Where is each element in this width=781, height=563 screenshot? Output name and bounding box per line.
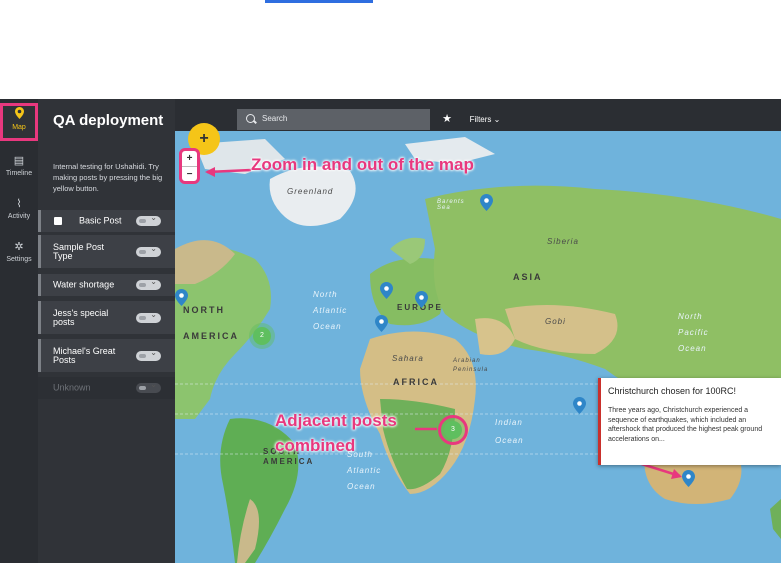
filter-basic-post[interactable]: Basic Post (38, 210, 175, 232)
rail-item-label: Activity (7, 213, 31, 220)
filter-toggle[interactable] (136, 380, 161, 393)
adjacent-callout-line2: combined (275, 436, 356, 455)
top-accent-bar (265, 0, 373, 3)
post-popup[interactable]: Christchurch chosen for 100RC! Three yea… (598, 378, 781, 465)
filter-toggle[interactable] (136, 348, 161, 361)
filter-label: Water shortage (53, 279, 115, 290)
mode-rail: Map ▤ Timeline ⌇ Activity ✲ Settings (0, 99, 38, 563)
deployment-title: QA deployment (53, 112, 164, 129)
rail-item-label: Settings (6, 256, 32, 263)
filter-label: Sample Post Type (53, 241, 105, 261)
filter-unknown[interactable]: Unknown (38, 377, 175, 399)
map-pin-icon (0, 107, 38, 123)
rail-item-map[interactable]: Map (0, 103, 38, 141)
popup-body: Three years ago, Christchurch experience… (608, 407, 763, 443)
activity-icon: ⌇ (16, 198, 22, 210)
filter-toggle[interactable] (136, 310, 161, 323)
filter-panel: QA deployment Internal testing for Ushah… (38, 99, 175, 563)
filter-label: Unknown (53, 382, 91, 393)
ushahidi-app: Map ▤ Timeline ⌇ Activity ✲ Settings QA … (0, 99, 781, 563)
rail-item-label: Map (12, 124, 26, 131)
zoom-callout: Zoom in and out of the map (251, 155, 474, 174)
rail-item-label: Timeline (5, 170, 33, 177)
filter-toggle[interactable] (136, 277, 161, 290)
adjacent-callout-line1: Adjacent posts (275, 411, 397, 430)
gear-icon: ✲ (14, 241, 24, 253)
rail-item-settings[interactable]: ✲ Settings (0, 235, 38, 273)
deployment-description: Internal testing for Ushahidi. Try makin… (53, 162, 163, 193)
filter-water-shortage[interactable]: Water shortage (38, 274, 175, 296)
filter-toggle[interactable] (136, 213, 161, 226)
screenshot: Map ▤ Timeline ⌇ Activity ✲ Settings QA … (0, 0, 781, 563)
filter-sample-post-type[interactable]: Sample Post Type (38, 235, 175, 268)
rail-item-timeline[interactable]: ▤ Timeline (0, 149, 38, 187)
timeline-icon: ▤ (13, 155, 25, 167)
checkbox-icon[interactable] (54, 217, 62, 225)
filter-jess-special-posts[interactable]: Jess's special posts (38, 301, 175, 334)
map-view[interactable]: Search ★ Filters ⌄ + + − Greenland Baren… (175, 99, 781, 563)
filter-label: Michael's Great Posts (53, 345, 116, 365)
filter-toggle[interactable] (136, 244, 161, 257)
filter-label: Jess's special posts (53, 307, 109, 327)
filter-michael-great-posts[interactable]: Michael's Great Posts (38, 339, 175, 372)
rail-item-activity[interactable]: ⌇ Activity (0, 192, 38, 230)
popup-title[interactable]: Christchurch chosen for 100RC! (608, 386, 774, 397)
